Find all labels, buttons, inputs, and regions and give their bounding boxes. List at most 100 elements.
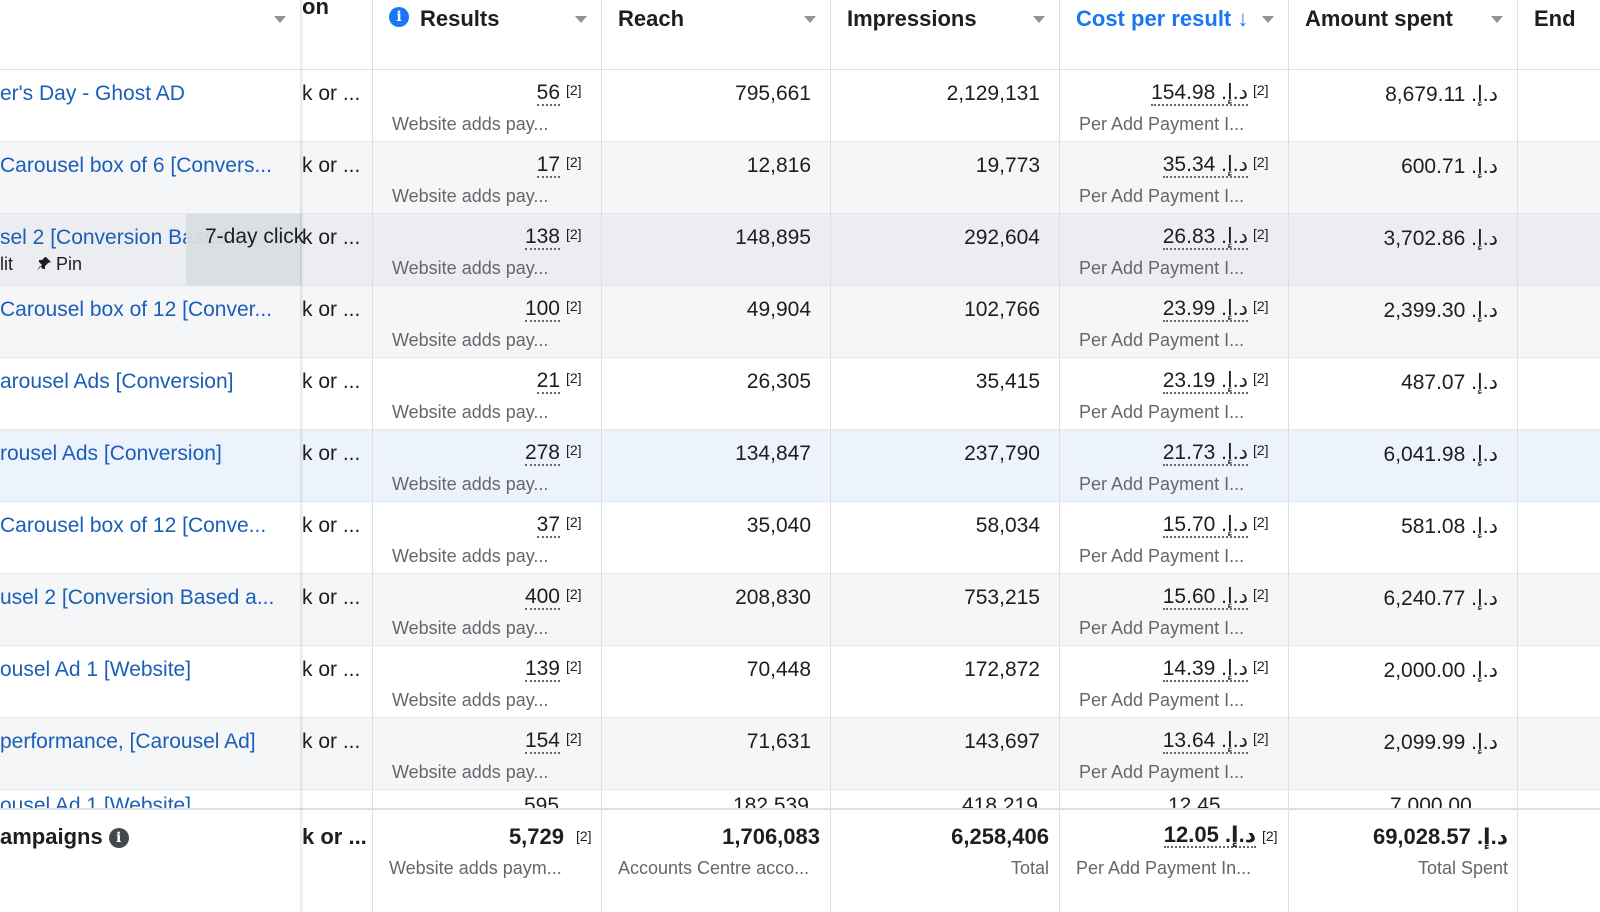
footer-reach: 1,706,083 [722, 824, 820, 849]
ads-table: on i Results Reach Impressions Cost per … [0, 0, 1600, 912]
campaign-name-link[interactable]: performance, [Carousel Ad] [0, 730, 300, 754]
campaign-name-link[interactable]: Carousel box of 12 [Conver... [0, 298, 300, 322]
table-row[interactable]: Carousel box of 12 [Conve... k or ... 37 [2… [0, 502, 1600, 574]
column-header-cost-per-result[interactable]: Cost per result ↓ [1060, 0, 1288, 70]
results-sub: Website adds pay... [392, 474, 549, 494]
cpr-superscript: [2] [1253, 154, 1269, 170]
footer-results-superscript: [2] [576, 828, 592, 844]
cost-per-result-value[interactable]: 15.70 د.إ.‏ [1162, 514, 1248, 538]
cost-per-result-header-label: Cost per result ↓ [1076, 6, 1249, 31]
cost-per-result-value[interactable]: 26.83 د.إ.‏ [1162, 226, 1248, 250]
amount-spent-value: 2,099.99 د.إ.‏ [1383, 731, 1498, 754]
cost-per-result-value[interactable]: 154.98 د.إ.‏ [1151, 82, 1248, 106]
attribution-setting: k or ... [302, 370, 361, 393]
column-header-amount-spent[interactable]: Amount spent [1289, 0, 1517, 70]
results-value[interactable]: 400 [524, 586, 560, 610]
results-sub: Website adds pay... [392, 330, 549, 350]
results-superscript: [2] [566, 154, 582, 170]
table-row[interactable]: usel 2 [Conversion Based a... k or ... 400… [0, 574, 1600, 646]
footer-results: 5,729 [508, 824, 564, 849]
column-divider [601, 0, 602, 912]
impressions-header-label: Impressions [847, 6, 977, 31]
footer-attribution: k or ... [302, 824, 367, 849]
footer-label-text: ampaigns [0, 824, 103, 849]
column-header-name[interactable] [0, 0, 300, 70]
chevron-down-icon[interactable] [1262, 16, 1274, 23]
footer-reach-sub: Accounts Centre acco... [618, 858, 810, 878]
column-divider [830, 0, 831, 912]
results-value[interactable]: 138 [524, 226, 560, 250]
results-value[interactable]: 21 [536, 370, 560, 394]
reach-value: 49,904 [746, 298, 811, 321]
results-value[interactable]: 17 [536, 154, 560, 178]
amount-spent-value: 6,041.98 د.إ.‏ [1383, 443, 1498, 466]
campaign-name-link[interactable]: usel 2 [Conversion Based a... [0, 586, 300, 610]
cpr-superscript: [2] [1253, 442, 1269, 458]
results-superscript: [2] [566, 586, 582, 602]
row-actions: lit Pin [0, 254, 82, 275]
amount-spent-value: 3,702.86 د.إ.‏ [1383, 227, 1498, 250]
results-value[interactable]: 37 [536, 514, 560, 538]
chevron-down-icon[interactable] [575, 16, 587, 23]
reach-value: 795,661 [735, 82, 811, 105]
results-value[interactable]: 154 [524, 730, 560, 754]
results-value[interactable]: 56 [536, 82, 560, 106]
cpr-superscript: [2] [1253, 226, 1269, 242]
chevron-down-icon[interactable] [274, 16, 286, 23]
results-value[interactable]: 139 [524, 658, 560, 682]
chevron-down-icon[interactable] [804, 16, 816, 23]
cost-per-result-value[interactable]: 13.64 د.إ.‏ [1162, 730, 1248, 754]
footer-label: ampaigns i [0, 824, 129, 850]
chevron-down-icon[interactable] [1033, 16, 1045, 23]
results-value[interactable]: 100 [524, 298, 560, 322]
cost-per-result-value[interactable]: 21.73 د.إ.‏ [1162, 442, 1248, 466]
impressions-value: 58,034 [975, 514, 1040, 537]
table-row[interactable]: Carousel box of 12 [Conver... k or ... 100… [0, 286, 1600, 358]
results-superscript: [2] [566, 82, 582, 98]
cost-per-result-value[interactable]: 15.60 د.إ.‏ [1162, 586, 1248, 610]
column-header-attribution[interactable]: on [302, 0, 372, 70]
pin-icon [37, 257, 52, 271]
footer-cost-per-result[interactable]: 12.05 د.إ.‏ [1163, 824, 1256, 848]
table-row[interactable]: arousel Ads [Conversion] k or ... 21 [2] Web… [0, 358, 1600, 430]
cost-per-result-value[interactable]: 23.99 د.إ.‏ [1162, 298, 1248, 322]
info-icon[interactable]: i [108, 828, 129, 848]
cpr-superscript: [2] [1253, 298, 1269, 314]
cost-per-result-value[interactable]: 23.19 د.إ.‏ [1162, 370, 1248, 394]
cpr-superscript: [2] [1253, 658, 1269, 674]
column-header-impressions[interactable]: Impressions [831, 0, 1059, 70]
column-header-ends[interactable]: End [1518, 0, 1600, 70]
table-row[interactable]: er's Day - Ghost AD k or ... 56 [2] Website … [0, 70, 1600, 142]
cpr-sub: Per Add Payment I... [1079, 618, 1245, 638]
campaign-name-link[interactable]: rousel Ads [Conversion] [0, 442, 300, 466]
reach-value: 26,305 [746, 370, 811, 393]
pin-label: Pin [56, 254, 83, 274]
campaign-name-link[interactable]: ousel Ad 1 [Website] [0, 658, 300, 682]
footer-impressions-sub: Total [1010, 858, 1049, 878]
campaign-name-link[interactable]: er's Day - Ghost AD [0, 82, 300, 106]
cost-per-result-value[interactable]: 14.39 د.إ.‏ [1162, 658, 1248, 682]
cost-per-result-value[interactable]: 35.34 د.إ.‏ [1162, 154, 1248, 178]
column-header-results[interactable]: i Results [373, 0, 601, 70]
cpr-sub: Per Add Payment I... [1079, 762, 1245, 782]
reach-value: 208,830 [735, 586, 811, 609]
pin-action[interactable]: Pin [36, 254, 82, 274]
reach-value: 134,847 [735, 442, 811, 465]
column-divider [1517, 0, 1518, 912]
campaign-name-link[interactable]: Carousel box of 6 [Convers... [0, 154, 300, 178]
edit-action[interactable]: lit [0, 254, 13, 274]
campaign-name-link[interactable]: Carousel box of 12 [Conve... [0, 514, 300, 538]
results-sub: Website adds pay... [392, 690, 549, 710]
table-row[interactable]: rousel Ads [Conversion] k or ... 278 [2] Web… [0, 430, 1600, 502]
column-header-reach[interactable]: Reach [602, 0, 830, 70]
info-icon[interactable]: i [389, 7, 409, 27]
results-sub: Website adds pay... [392, 762, 549, 782]
campaign-name-link[interactable]: arousel Ads [Conversion] [0, 370, 300, 394]
chevron-down-icon[interactable] [1491, 16, 1503, 23]
table-row[interactable]: performance, [Carousel Ad] k or ... 154 [2]… [0, 718, 1600, 790]
table-row[interactable]: ousel Ad 1 [Website] k or ... 139 [2] Websit… [0, 646, 1600, 718]
results-superscript: [2] [566, 514, 582, 530]
results-sub: Website adds pay... [392, 114, 549, 134]
table-row[interactable]: Carousel box of 6 [Convers... k or ... 17 [… [0, 142, 1600, 214]
results-value[interactable]: 278 [524, 442, 560, 466]
